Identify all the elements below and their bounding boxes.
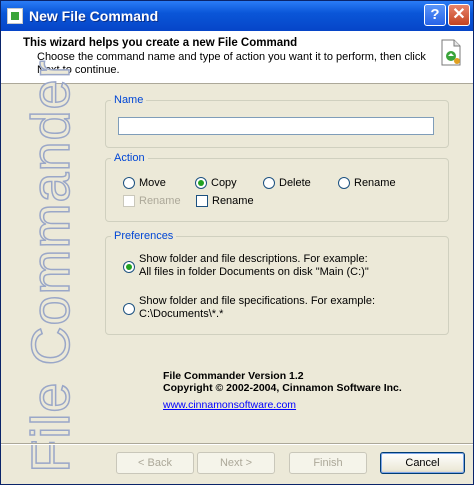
checkbox-rename-box[interactable]: [196, 195, 208, 207]
radio-rename-label: Rename: [354, 177, 396, 189]
pref-descriptions-line1: Show folder and file descriptions. For e…: [139, 253, 368, 265]
pref-specifications-line1: Show folder and file specifications. For…: [139, 295, 376, 307]
pref-specifications-option[interactable]: Show folder and file specifications. For…: [123, 295, 375, 321]
radio-copy[interactable]: Copy: [195, 177, 237, 189]
close-button[interactable]: ✕: [448, 4, 470, 26]
title-bar[interactable]: New File Command ? ✕: [1, 1, 473, 31]
pref-specifications-line2: C:\Documents\*.*: [139, 308, 224, 320]
next-button[interactable]: Next >: [197, 452, 275, 474]
pref-descriptions-text: Show folder and file descriptions. For e…: [139, 253, 369, 279]
footer-divider: [1, 443, 473, 445]
action-group: Action Move Copy Delete Rename Rename Re…: [105, 152, 449, 222]
pref-descriptions-radio[interactable]: [123, 261, 135, 273]
finish-button[interactable]: Finish: [289, 452, 367, 474]
radio-move[interactable]: Move: [123, 177, 166, 189]
cancel-button[interactable]: Cancel: [380, 452, 465, 474]
pref-specifications-radio[interactable]: [123, 303, 135, 315]
radio-delete[interactable]: Delete: [263, 177, 311, 189]
radio-delete-button[interactable]: [263, 177, 275, 189]
question-icon: ?: [430, 6, 440, 23]
help-button[interactable]: ?: [424, 4, 446, 26]
radio-move-button[interactable]: [123, 177, 135, 189]
pref-specifications-text: Show folder and file specifications. For…: [139, 295, 375, 321]
checkbox-rename-disabled-label: Rename: [139, 195, 181, 207]
file-command-icon: [441, 39, 461, 66]
checkbox-rename-disabled-box: [123, 195, 135, 207]
wizard-window: New File Command ? ✕ This wizard helps y…: [0, 0, 474, 485]
side-banner-text: File Commander: [20, 59, 82, 474]
radio-copy-button[interactable]: [195, 177, 207, 189]
website-link[interactable]: www.cinnamonsoftware.com: [163, 399, 296, 411]
checkbox-rename[interactable]: Rename: [196, 195, 254, 207]
pref-descriptions-line2: All files in folder Documents on disk "M…: [139, 266, 369, 278]
radio-move-label: Move: [139, 177, 166, 189]
radio-rename-button[interactable]: [338, 177, 350, 189]
name-input[interactable]: [118, 117, 434, 135]
copyright-text: Copyright © 2002-2004, Cinnamon Software…: [163, 382, 402, 394]
action-legend: Action: [114, 152, 145, 164]
checkbox-rename-label: Rename: [212, 195, 254, 207]
back-button[interactable]: < Back: [116, 452, 194, 474]
radio-delete-label: Delete: [279, 177, 311, 189]
name-group: Name: [105, 94, 449, 148]
about-info: File Commander Version 1.2 Copyright © 2…: [163, 370, 402, 394]
header-description: Choose the command name and type of acti…: [37, 51, 426, 76]
radio-copy-label: Copy: [211, 177, 237, 189]
pref-descriptions-option[interactable]: Show folder and file descriptions. For e…: [123, 253, 369, 279]
window-title: New File Command: [29, 8, 159, 24]
checkbox-rename-disabled: Rename: [123, 195, 181, 207]
app-icon: [7, 8, 23, 24]
header-title: This wizard helps you create a new File …: [23, 37, 298, 49]
close-icon: ✕: [452, 6, 466, 23]
version-text: File Commander Version 1.2: [163, 370, 304, 382]
preferences-group: Preferences Show folder and file descrip…: [105, 230, 449, 335]
preferences-legend: Preferences: [114, 230, 174, 242]
radio-rename[interactable]: Rename: [338, 177, 396, 189]
name-legend: Name: [114, 94, 144, 106]
side-banner: File Commander: [7, 59, 95, 474]
